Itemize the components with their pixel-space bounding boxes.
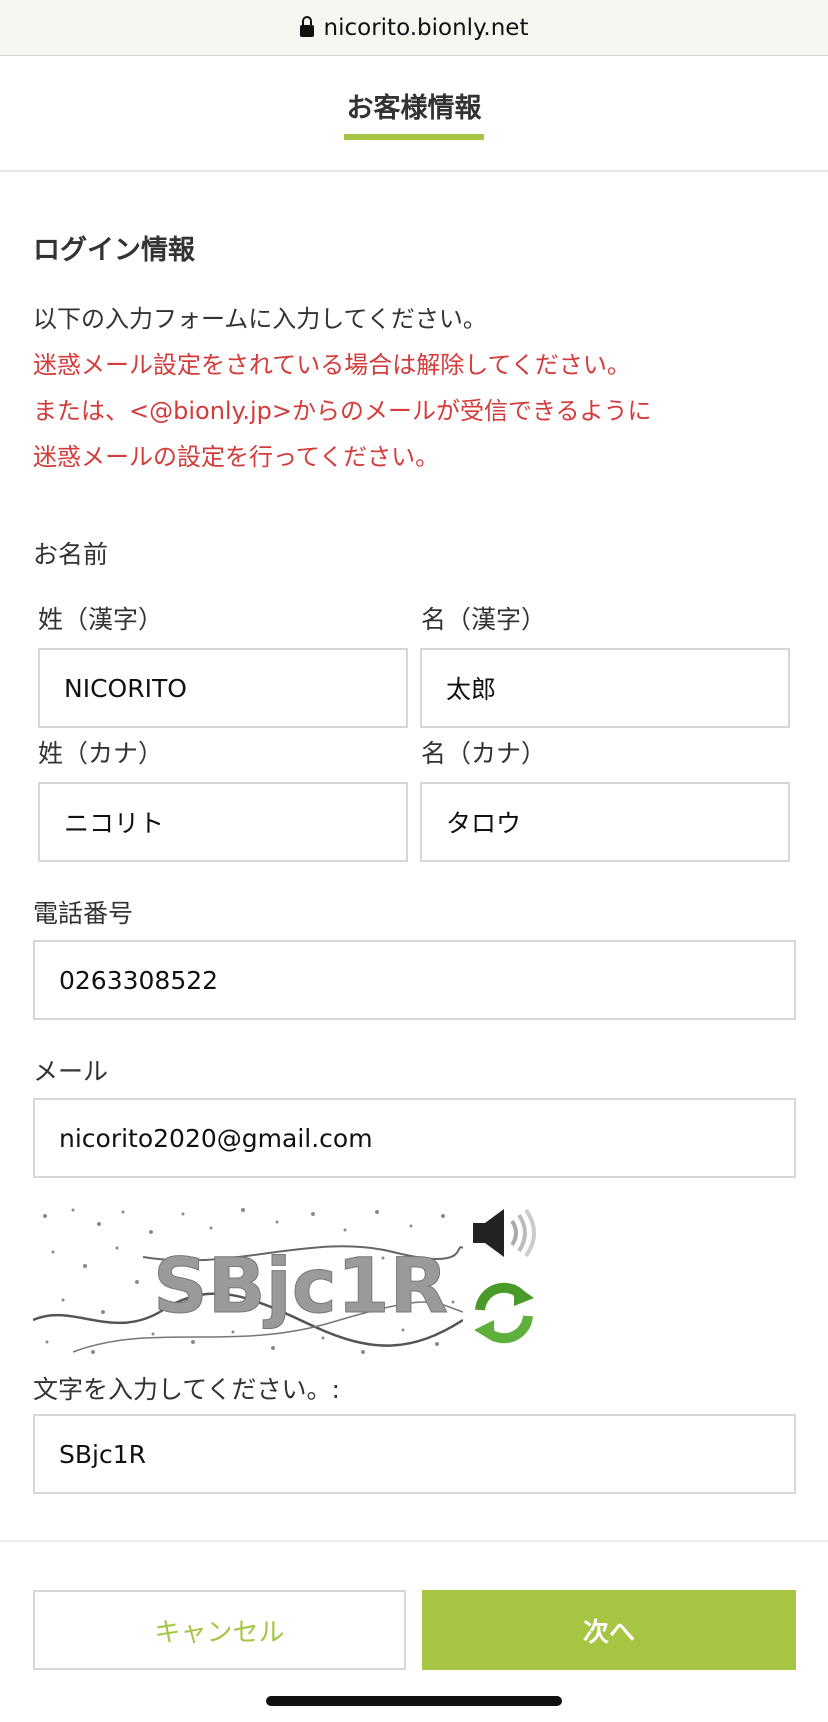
first-name-kanji-input[interactable]: 太郎 (420, 648, 790, 728)
warning-line-2: または、<@bionly.jp>からのメールが受信できるように (33, 397, 652, 425)
name-label: お名前 (33, 540, 109, 569)
next-button[interactable]: 次へ (422, 1590, 796, 1670)
first-name-kana-label: 名（カナ） (421, 739, 547, 768)
last-name-kana-input[interactable]: ニコリト (38, 782, 408, 862)
url-text: nicorito.bionly.net (323, 14, 529, 41)
captcha-input-label: 文字を入力してください。: (33, 1375, 340, 1404)
last-name-kanji-label: 姓（漢字） (38, 605, 164, 634)
refresh-icon[interactable] (470, 1280, 538, 1346)
home-indicator[interactable] (266, 1696, 562, 1706)
warning-line-1: 迷惑メール設定をされている場合は解除してください。 (33, 351, 631, 379)
captcha-input[interactable]: SBjc1R (33, 1414, 796, 1494)
lock-icon (299, 15, 314, 37)
cancel-button[interactable]: キャンセル (33, 1590, 406, 1670)
captcha-text: SBjc1R (153, 1241, 448, 1330)
header-tabbar: お客様情報 (0, 56, 828, 172)
captcha-image: SBjc1R (33, 1202, 463, 1362)
tab-customer-info[interactable]: お客様情報 (0, 86, 828, 125)
browser-url-bar[interactable]: nicorito.bionly.net (0, 0, 828, 56)
footer-divider (0, 1540, 828, 1542)
phone-label: 電話番号 (33, 899, 134, 928)
last-name-kana-label: 姓（カナ） (38, 739, 164, 768)
last-name-kanji-input[interactable]: NICORITO (38, 648, 408, 728)
email-input[interactable]: nicorito2020@gmail.com (33, 1098, 796, 1178)
instruction-text: 以下の入力フォームに入力してください。 (33, 305, 487, 333)
first-name-kana-input[interactable]: タロウ (420, 782, 790, 862)
phone-input[interactable]: 0263308522 (33, 940, 796, 1020)
speaker-icon[interactable] (470, 1205, 540, 1261)
warning-line-3: 迷惑メールの設定を行ってください。 (33, 443, 440, 471)
tab-active-indicator (344, 134, 484, 140)
first-name-kanji-label: 名（漢字） (421, 605, 547, 634)
email-label: メール (33, 1057, 109, 1086)
section-title: ログイン情報 (33, 235, 195, 266)
